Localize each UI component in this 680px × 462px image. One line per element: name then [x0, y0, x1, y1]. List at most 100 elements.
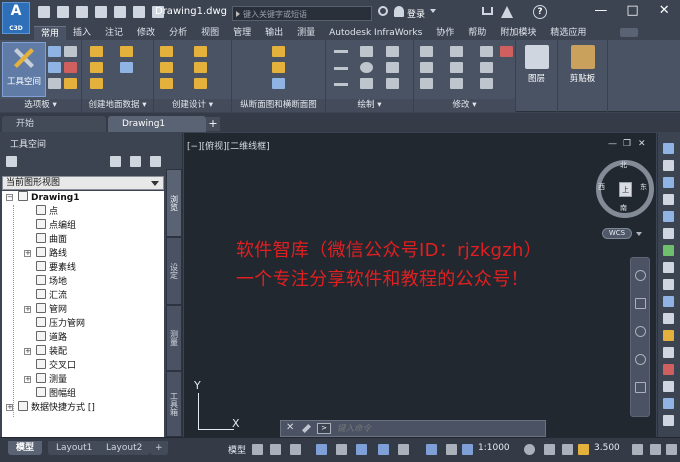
clean-screen-icon[interactable] [650, 444, 661, 455]
minimize-button[interactable]: — [585, 0, 617, 24]
quick-properties-icon[interactable] [578, 444, 589, 455]
map-icon[interactable] [64, 78, 77, 89]
tool-icon[interactable] [663, 262, 674, 273]
customization-menu-icon[interactable] [666, 444, 677, 455]
panel-label[interactable]: 选项板 ▾ [0, 99, 81, 112]
tool-icon[interactable] [663, 398, 674, 409]
properties-icon[interactable] [48, 46, 61, 57]
print-icon[interactable] [114, 6, 126, 18]
tree-item-feature-lines[interactable]: 要素线 [36, 261, 76, 275]
tab-modify[interactable]: 修改 [130, 26, 162, 40]
steering-wheel-icon[interactable] [635, 270, 646, 281]
toolbox-icon[interactable] [64, 62, 77, 73]
spline-icon[interactable] [334, 83, 348, 86]
showmotion-icon[interactable] [635, 382, 646, 393]
tab-annotate[interactable]: 注记 [98, 26, 130, 40]
stretch-icon[interactable] [420, 78, 433, 89]
tree-item-surfaces[interactable]: 曲面 [36, 233, 67, 247]
polar-icon[interactable] [336, 444, 347, 455]
panel-label[interactable]: 纵断面图和横断面图 [232, 99, 325, 112]
undo-icon[interactable] [133, 6, 145, 18]
mirror-icon[interactable] [450, 62, 463, 73]
tool-icon[interactable] [663, 160, 674, 171]
polyline-icon[interactable] [360, 46, 373, 57]
copy-icon[interactable] [420, 62, 433, 73]
annotation-scale-value[interactable]: 1:1000 [478, 443, 510, 453]
surface-icon[interactable] [120, 46, 133, 57]
expand-toggle[interactable]: + [6, 404, 13, 411]
app-menu-button[interactable]: A C3D [2, 2, 30, 34]
tab-manage[interactable]: 管理 [226, 26, 258, 40]
tree-item-data-shortcuts[interactable]: 数据快捷方式 [] [18, 401, 95, 415]
tree-item-view-frame-groups[interactable]: 图幅组 [36, 387, 76, 401]
vtab-survey[interactable]: 测量 [166, 305, 182, 371]
tool-icon[interactable] [663, 228, 674, 239]
vtab-toolbox[interactable]: 工具箱 [166, 371, 182, 437]
scale-icon[interactable] [450, 78, 463, 89]
rectangle-icon[interactable] [386, 62, 399, 73]
add-layout-button[interactable]: + [150, 441, 168, 455]
cart-icon[interactable] [482, 7, 493, 15]
tab-analyze[interactable]: 分析 [162, 26, 194, 40]
item-view-icon[interactable] [110, 156, 121, 167]
command-prompt-icon[interactable]: > [317, 423, 331, 434]
layers-label[interactable]: 图层 [516, 72, 557, 84]
new-file-icon[interactable] [38, 6, 50, 18]
tab-collaborate[interactable]: 协作 [429, 26, 461, 40]
chevron-down-icon[interactable] [430, 9, 436, 13]
survey-icon[interactable] [90, 62, 103, 73]
vtab-prospector[interactable]: 浏览 [166, 169, 182, 237]
erase-icon[interactable] [500, 46, 513, 57]
intersection-icon[interactable] [194, 78, 207, 89]
move-icon[interactable] [420, 46, 433, 57]
panel-label[interactable]: 创建设计 ▾ [154, 99, 231, 112]
import-icon[interactable] [120, 62, 133, 73]
view-select-dropdown[interactable]: 当前图形视图 [2, 176, 164, 190]
viewcube[interactable]: 北 南 东 西 上 [596, 160, 654, 218]
tool-icon[interactable] [663, 313, 674, 324]
tab-layout2[interactable]: Layout2 [98, 441, 151, 455]
panel-label[interactable]: 修改 ▾ [414, 99, 515, 112]
list-view-icon[interactable] [130, 156, 141, 167]
tab-featured-apps[interactable]: 精选应用 [543, 26, 593, 40]
close-button[interactable]: ✕ [648, 0, 680, 24]
compass-east[interactable]: 东 [640, 182, 647, 192]
corridor-icon[interactable] [160, 78, 173, 89]
tab-addins[interactable]: 附加模块 [493, 26, 543, 40]
line-icon[interactable] [334, 50, 348, 53]
paste-icon[interactable] [571, 45, 595, 69]
tab-infraworks[interactable]: Autodesk InfraWorks [322, 26, 429, 40]
tool-icon[interactable] [663, 381, 674, 392]
units-icon[interactable] [562, 444, 573, 455]
maximize-button[interactable]: □ [617, 0, 649, 24]
tab-drawing1[interactable]: Drawing1 [108, 116, 206, 132]
tab-view[interactable]: 视图 [194, 26, 226, 40]
section-view-icon[interactable] [272, 78, 285, 89]
orbit-icon[interactable] [635, 354, 646, 365]
object-snap-icon[interactable] [398, 444, 409, 455]
profile-icon[interactable] [272, 46, 285, 57]
new-tab-button[interactable]: + [206, 117, 220, 131]
hatch-icon[interactable] [386, 46, 399, 57]
tab-output[interactable]: 输出 [258, 26, 290, 40]
tree-item-sites[interactable]: 场地 [36, 275, 67, 289]
restore-icon[interactable]: ❐ [623, 139, 631, 149]
annotation-monitor-icon[interactable] [544, 444, 555, 455]
variables-icon[interactable] [64, 46, 77, 57]
text-icon[interactable] [360, 78, 373, 89]
compass-north[interactable]: 北 [620, 160, 627, 170]
isodraft-icon[interactable] [356, 444, 367, 455]
pipe-network-icon[interactable] [194, 62, 207, 73]
grading-icon[interactable] [90, 78, 103, 89]
zoom-icon[interactable] [635, 326, 646, 337]
layers-stack-icon[interactable] [525, 45, 549, 69]
tab-insert[interactable]: 插入 [66, 26, 98, 40]
help-button[interactable]: ? [533, 5, 547, 19]
points-icon[interactable] [90, 46, 103, 57]
user-icon[interactable] [394, 6, 404, 17]
tab-model[interactable]: 模型 [8, 441, 43, 455]
vtab-settings[interactable]: 设定 [166, 237, 182, 305]
panorama-icon[interactable] [48, 78, 61, 89]
panel-label[interactable]: 绘制 ▾ [326, 99, 413, 112]
chevron-down-icon[interactable] [636, 232, 642, 236]
